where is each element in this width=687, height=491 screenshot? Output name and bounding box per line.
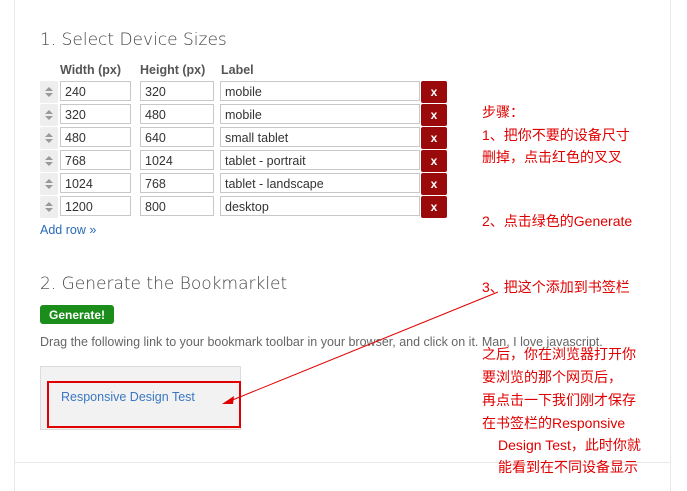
annotation-after-line6: 能看到在不同设备显示 [498,459,638,475]
annotation-step1-line1: 1、把你不要的设备尺寸 [482,127,630,143]
annotation-after-line3: 再点击一下我们刚才保存 [482,392,636,408]
annotation-step1-line2: 删掉，点击红色的叉叉 [482,149,622,165]
annotation-arrow-line [229,291,499,402]
annotation-after-line2: 要浏览的那个网页后， [482,369,622,385]
annotation-steps-heading: 步骤： [482,104,524,120]
annotation-after-line5: Design Test，此时你就 [498,437,641,453]
annotation-step3: 3、把这个添加到书签栏 [482,279,630,295]
annotation-arrow-head-icon [222,396,234,404]
annotation-step2: 2、点击绿色的Generate [482,213,633,229]
annotation-after-line4: 在书签栏的Responsive [482,415,626,431]
annotation-after-line1: 之后，你在浏览器打开你 [482,346,636,362]
